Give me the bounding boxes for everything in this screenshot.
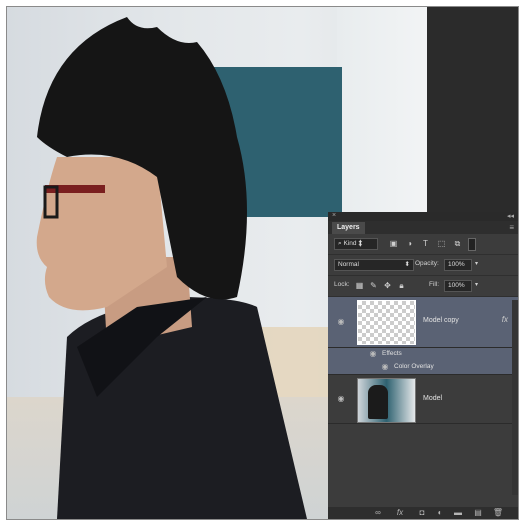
fx-badge-icon[interactable]: fx <box>502 315 508 324</box>
search-icon: ⌕ <box>338 240 342 247</box>
adjustment-filter-icon[interactable]: ◑ <box>404 238 415 249</box>
visibility-eye-icon[interactable]: ◉ <box>336 394 346 404</box>
blend-mode-value: Normal <box>338 261 359 268</box>
effect-name: Color Overlay <box>394 363 434 370</box>
photoshop-window: × ◂◂ Layers ≡ ⌕ Kind ⬍ ▣ ◑ T ⬚ ⧉ Normal … <box>6 6 519 520</box>
panel-scrollbar[interactable] <box>512 300 518 495</box>
mask-icon[interactable]: ◘ <box>416 508 428 517</box>
blend-mode-select[interactable]: Normal ⬍ <box>334 259 414 271</box>
panel-bottom-toolbar: ∞ fx ◘ ◐ ▬ ▤ 🗑︎ <box>328 507 518 519</box>
filter-toggle-icon[interactable] <box>468 238 476 251</box>
fill-input[interactable]: 100% <box>444 280 472 292</box>
smart-object-filter-icon[interactable]: ⧉ <box>452 238 463 249</box>
opacity-label: Opacity: <box>415 260 439 267</box>
new-layer-icon[interactable]: ▤ <box>472 508 484 517</box>
kind-filter-select[interactable]: ⌕ Kind ⬍ <box>334 238 378 250</box>
type-filter-icon[interactable]: T <box>420 238 431 249</box>
layer-thumbnail <box>357 378 416 423</box>
layer-name: Model <box>423 395 443 402</box>
lock-transparent-icon[interactable]: ▦ <box>354 280 365 291</box>
shape-filter-icon[interactable]: ⬚ <box>436 238 447 249</box>
chevron-down-icon: ⬍ <box>358 240 363 247</box>
fill-dropdown-icon[interactable]: ▾ <box>471 280 482 291</box>
lock-paint-icon[interactable]: ✎ <box>368 280 379 291</box>
opacity-dropdown-icon[interactable]: ▾ <box>471 259 482 270</box>
layer-filter-row: ⌕ Kind ⬍ ▣ ◑ T ⬚ ⧉ <box>328 234 518 255</box>
image-filter-icon[interactable]: ▣ <box>388 238 399 249</box>
effect-color-overlay-row[interactable]: ◉ Color Overlay <box>328 361 518 375</box>
tab-layers[interactable]: Layers <box>332 222 365 234</box>
fx-icon[interactable]: fx <box>394 508 406 517</box>
visibility-eye-icon[interactable]: ◉ <box>368 349 378 359</box>
lock-move-icon[interactable]: ✥ <box>382 280 393 291</box>
chevron-down-icon: ⬍ <box>404 261 410 268</box>
panel-menu-icon[interactable]: ≡ <box>509 223 514 232</box>
visibility-eye-icon[interactable]: ◉ <box>336 317 346 327</box>
group-icon[interactable]: ▬ <box>452 508 464 517</box>
effects-row[interactable]: ◉ Effects <box>328 348 518 361</box>
panel-tab-row: Layers ≡ <box>328 221 518 234</box>
lock-row: Lock: ▦ ✎ ✥ 🔒︎ Fill: 100% ▾ <box>328 276 518 297</box>
layers-panel: × ◂◂ Layers ≡ ⌕ Kind ⬍ ▣ ◑ T ⬚ ⧉ Normal … <box>328 212 518 519</box>
layer-model-copy[interactable]: ◉ Model copy fx <box>328 297 518 348</box>
kind-filter-label: Kind <box>343 240 357 247</box>
workspace-dark-area <box>427 7 518 217</box>
collapse-panel-icon[interactable]: ◂◂ <box>507 212 514 220</box>
fill-label: Fill: <box>429 281 440 288</box>
close-icon[interactable]: × <box>332 212 336 219</box>
lock-all-icon[interactable]: 🔒︎ <box>396 280 407 291</box>
layer-model[interactable]: ◉ Model <box>328 375 518 424</box>
panel-titlebar: × ◂◂ <box>328 212 518 221</box>
opacity-input[interactable]: 100% <box>444 259 472 271</box>
lock-label: Lock: <box>334 281 350 288</box>
adjustment-icon[interactable]: ◐ <box>434 508 446 517</box>
delete-icon[interactable]: 🗑︎ <box>492 508 504 517</box>
blend-row: Normal ⬍ Opacity: 100% ▾ <box>328 255 518 276</box>
layer-thumbnail <box>357 300 416 345</box>
effects-label: Effects <box>382 350 402 357</box>
visibility-eye-icon[interactable]: ◉ <box>380 362 390 372</box>
layer-name: Model copy <box>423 317 459 324</box>
link-icon[interactable]: ∞ <box>372 508 384 517</box>
